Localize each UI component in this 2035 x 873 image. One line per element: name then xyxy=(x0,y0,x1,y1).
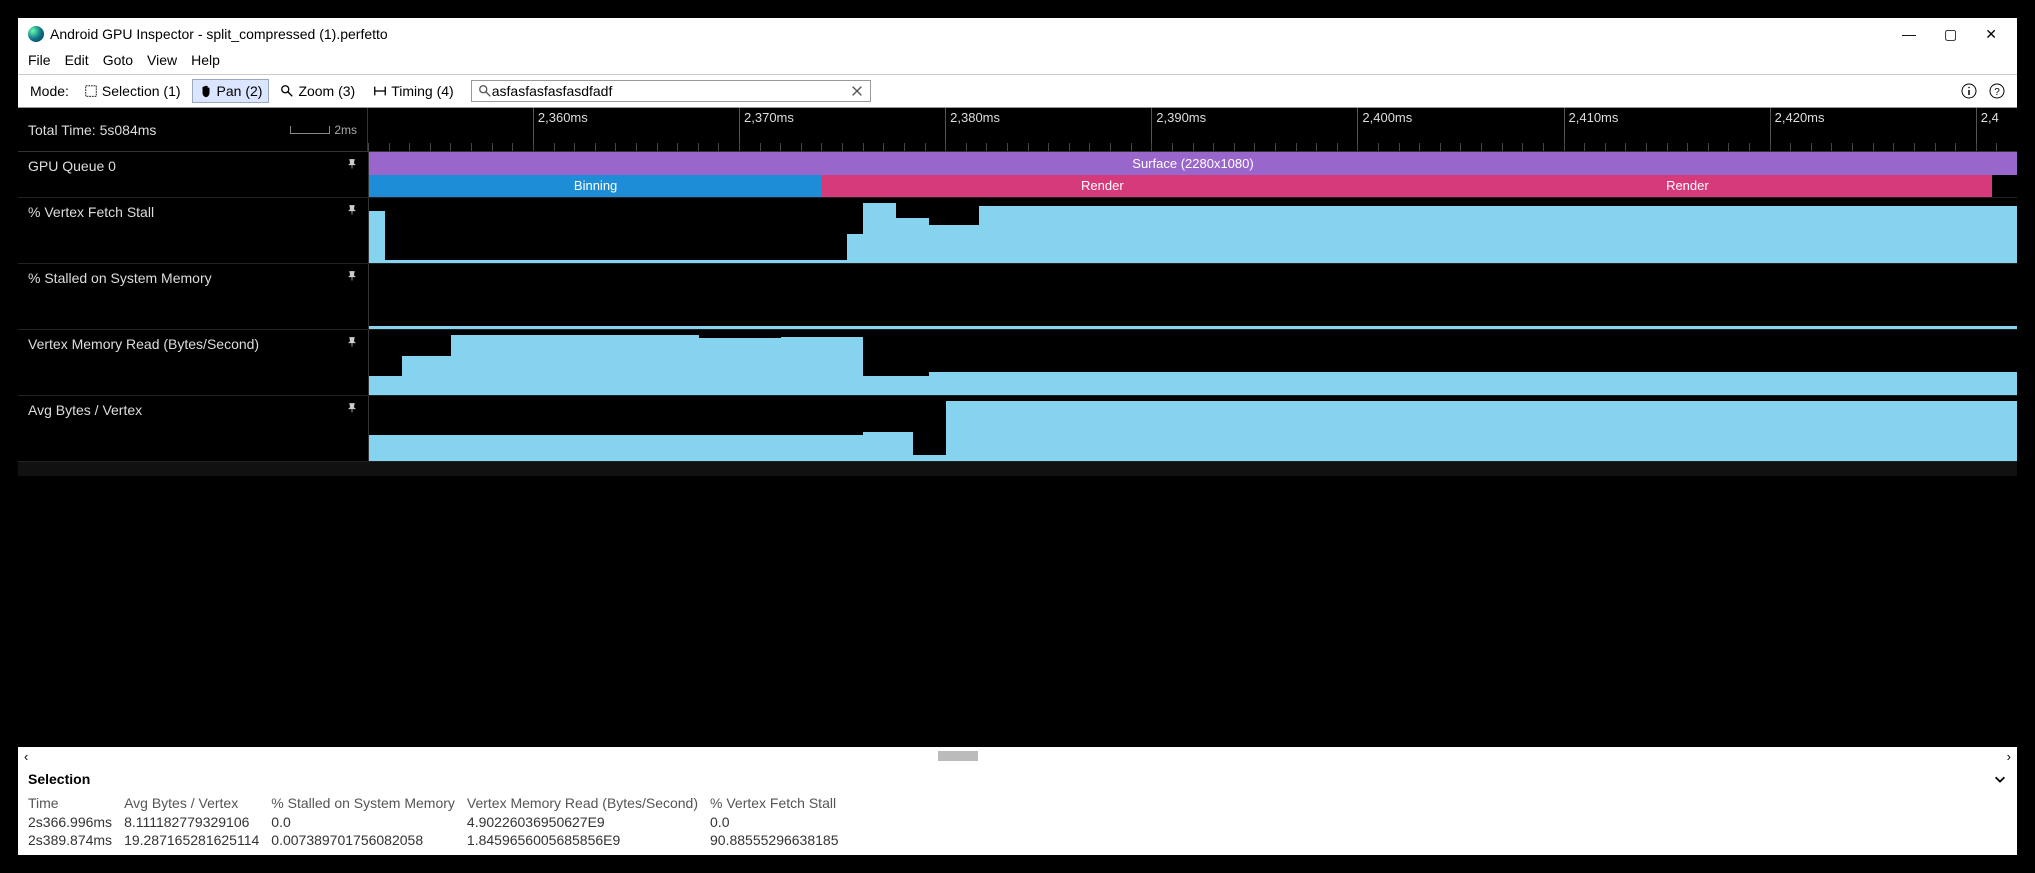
menu-goto[interactable]: Goto xyxy=(103,52,133,68)
metric-chart[interactable] xyxy=(368,330,2017,395)
pin-icon[interactable] xyxy=(346,336,358,348)
track-label: Avg Bytes / Vertex xyxy=(28,402,142,418)
track-row: % Vertex Fetch Stall xyxy=(18,198,2017,264)
window-controls: — ▢ ✕ xyxy=(1902,26,2007,43)
pin-icon[interactable] xyxy=(346,158,358,170)
close-button[interactable]: ✕ xyxy=(1985,26,1997,43)
timing-icon xyxy=(373,84,387,98)
track-row: % Stalled on System Memory xyxy=(18,264,2017,330)
metric-chart[interactable] xyxy=(368,264,2017,329)
scrollbar-thumb[interactable] xyxy=(938,751,978,761)
selection-panel: Selection TimeAvg Bytes / Vertex% Stalle… xyxy=(18,765,2017,855)
gpu-queue-content[interactable]: Surface (2280x1080) BinningRenderRender xyxy=(368,152,2017,197)
scale-indicator: 2ms xyxy=(290,123,357,137)
selection-table: TimeAvg Bytes / Vertex% Stalled on Syste… xyxy=(28,793,850,849)
queue-segment[interactable]: Binning xyxy=(369,175,822,198)
toolbar: Mode: Selection (1) Pan (2) Zoom (3) Tim… xyxy=(18,74,2017,108)
clear-search-icon[interactable] xyxy=(850,84,864,98)
menubar: File Edit Goto View Help xyxy=(18,50,2017,74)
tracks-bottom-gap xyxy=(18,462,2017,476)
table-row[interactable]: 2s389.874ms19.2871652816251140.007389701… xyxy=(28,831,850,849)
column-header[interactable]: Avg Bytes / Vertex xyxy=(124,793,271,813)
svg-text:?: ? xyxy=(1994,87,2000,98)
metric-chart[interactable] xyxy=(368,198,2017,263)
mode-label: Mode: xyxy=(26,83,73,99)
search-icon xyxy=(478,84,492,98)
mode-timing[interactable]: Timing (4) xyxy=(366,79,461,103)
track-label: GPU Queue 0 xyxy=(28,158,116,174)
minimize-button[interactable]: — xyxy=(1902,26,1916,43)
info-button[interactable] xyxy=(1957,79,1981,103)
track-gpu-queue: GPU Queue 0 Surface (2280x1080) BinningR… xyxy=(18,152,2017,198)
column-header[interactable]: % Stalled on System Memory xyxy=(271,793,467,813)
track-label: % Vertex Fetch Stall xyxy=(28,204,154,220)
pin-icon[interactable] xyxy=(346,270,358,282)
metric-chart[interactable] xyxy=(368,396,2017,461)
track-label: % Stalled on System Memory xyxy=(28,270,212,286)
menu-file[interactable]: File xyxy=(28,52,51,68)
window-title: Android GPU Inspector - split_compressed… xyxy=(50,26,1902,42)
info-icon xyxy=(1961,83,1977,99)
table-row[interactable]: 2s366.996ms8.1111827793291060.04.9022603… xyxy=(28,813,850,831)
total-time-label: Total Time: 5s084ms xyxy=(28,122,156,138)
app-icon xyxy=(28,26,44,42)
search-box[interactable] xyxy=(471,80,871,102)
queue-segment[interactable]: Render xyxy=(1383,175,1993,198)
pin-icon[interactable] xyxy=(346,402,358,414)
help-icon: ? xyxy=(1989,83,2005,99)
hand-icon xyxy=(199,84,213,98)
search-input[interactable] xyxy=(492,83,850,99)
menu-view[interactable]: View xyxy=(147,52,177,68)
column-header[interactable]: Vertex Memory Read (Bytes/Second) xyxy=(467,793,710,813)
mode-pan[interactable]: Pan (2) xyxy=(192,79,270,103)
selection-icon xyxy=(84,84,98,98)
time-ruler-row: Total Time: 5s084ms 2ms 2,360ms2,370ms2,… xyxy=(18,108,2017,152)
scroll-right-icon[interactable]: › xyxy=(2007,749,2011,764)
mode-zoom[interactable]: Zoom (3) xyxy=(273,79,362,103)
horizontal-scrollbar[interactable]: ‹ › xyxy=(18,747,2017,765)
pin-icon[interactable] xyxy=(346,204,358,216)
track-row: Vertex Memory Read (Bytes/Second) xyxy=(18,330,2017,396)
mode-selection[interactable]: Selection (1) xyxy=(77,79,188,103)
collapse-icon[interactable] xyxy=(1993,772,2007,786)
column-header[interactable]: Time xyxy=(28,793,124,813)
column-header[interactable]: % Vertex Fetch Stall xyxy=(710,793,850,813)
queue-segment[interactable]: Render xyxy=(822,175,1382,198)
surface-segment[interactable]: Surface (2280x1080) xyxy=(369,152,2017,175)
track-row: Avg Bytes / Vertex xyxy=(18,396,2017,462)
maximize-button[interactable]: ▢ xyxy=(1944,26,1957,43)
track-label: Vertex Memory Read (Bytes/Second) xyxy=(28,336,259,352)
menu-edit[interactable]: Edit xyxy=(65,52,89,68)
titlebar: Android GPU Inspector - split_compressed… xyxy=(18,18,2017,50)
help-button[interactable]: ? xyxy=(1985,79,2009,103)
time-ruler[interactable]: 2,360ms2,370ms2,380ms2,390ms2,400ms2,410… xyxy=(368,108,2017,152)
app-window: Android GPU Inspector - split_compressed… xyxy=(18,18,2017,855)
timeline-area[interactable]: Total Time: 5s084ms 2ms 2,360ms2,370ms2,… xyxy=(18,108,2017,747)
menu-help[interactable]: Help xyxy=(191,52,220,68)
selection-title: Selection xyxy=(28,771,90,787)
zoom-icon xyxy=(280,84,294,98)
